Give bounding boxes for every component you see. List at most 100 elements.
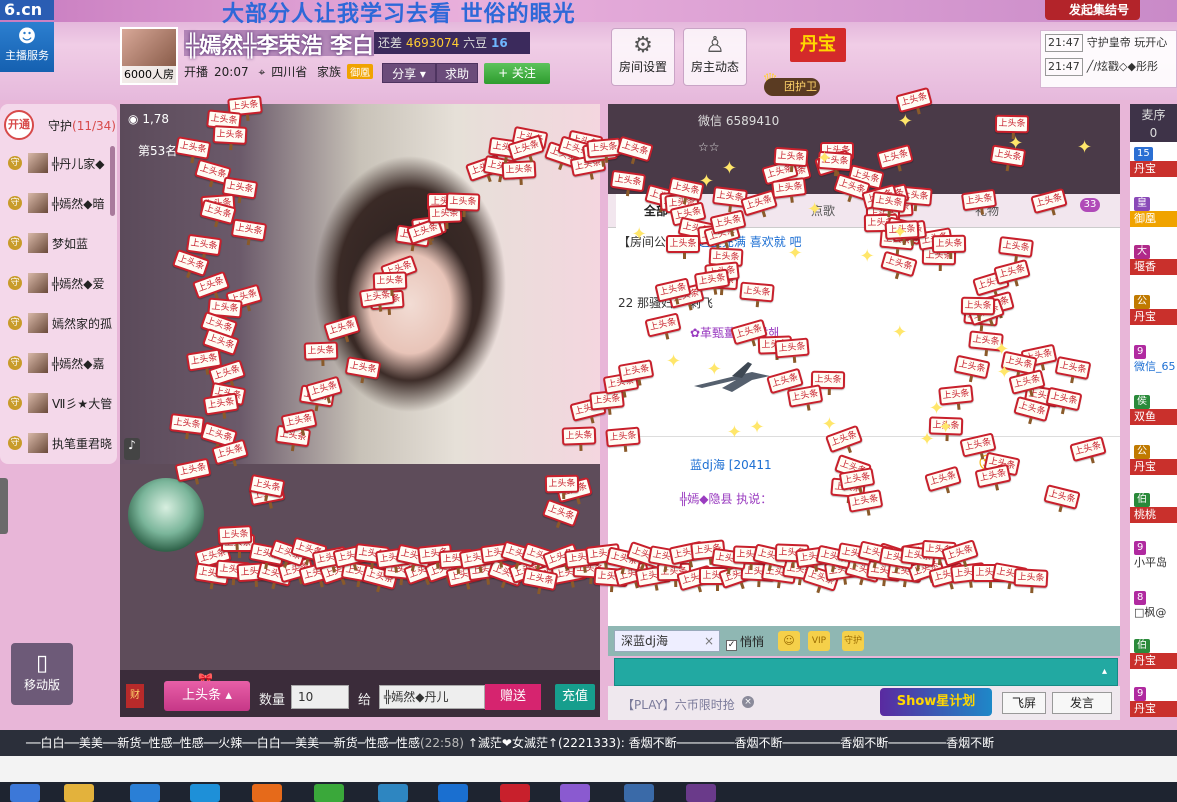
list-item[interactable]: 公丹宝 bbox=[1130, 444, 1177, 475]
gift-select[interactable]: 上头条 ▴ bbox=[164, 681, 250, 711]
whisper-toggle[interactable]: ✓ 悄悄 bbox=[726, 633, 764, 651]
guard-item[interactable]: 守 ╬嫣然◆嘉 bbox=[8, 343, 116, 383]
chat-target-chip[interactable]: 深蓝dj海 × bbox=[614, 630, 720, 652]
anchor-service-button[interactable]: ☻ 主播服务 bbox=[0, 22, 54, 72]
user-name: 丹宝 bbox=[1130, 161, 1177, 177]
recharge-button[interactable]: 充值 bbox=[555, 684, 595, 710]
close-icon[interactable]: × bbox=[742, 696, 754, 708]
guard-count: (11/34) bbox=[72, 119, 116, 133]
emoji-button[interactable]: ☺ bbox=[778, 631, 800, 651]
gap-box: 还差 4693074 六豆 16 bbox=[374, 32, 530, 54]
ranking-line: 微信 6589410 bbox=[698, 114, 780, 128]
to-label: 给 bbox=[358, 693, 372, 708]
list-item[interactable]: 8 □枫@ bbox=[1130, 590, 1177, 621]
live-app-icon[interactable] bbox=[686, 784, 716, 802]
user-name: 双鱼 bbox=[1130, 409, 1177, 425]
browser-icon[interactable] bbox=[190, 784, 220, 802]
ticker-user: ↑滅茫❤女滅茫↑(2221333): bbox=[467, 736, 625, 750]
flash-icon[interactable] bbox=[500, 784, 530, 802]
list-item[interactable]: 9 小平岛 bbox=[1130, 540, 1177, 571]
user-name: 御凰 bbox=[1130, 211, 1177, 227]
send-gift-button[interactable]: 赠送 bbox=[485, 684, 541, 710]
promo-link[interactable]: 【PLAY】六币限时抢 bbox=[622, 696, 735, 713]
show-plan-banner[interactable]: Show星计划 bbox=[880, 688, 992, 716]
system-messages: 21:47 守护皇帝 玩开心 21:47 ╱/炫戳◇◆彤彤 bbox=[1040, 30, 1177, 88]
guard-item[interactable]: 守 Ⅶ彡★大管 bbox=[8, 383, 116, 423]
level-badge: 伯 bbox=[1134, 493, 1150, 507]
gather-button[interactable]: 发起集结号 bbox=[1045, 0, 1140, 20]
ie-icon[interactable] bbox=[130, 784, 160, 802]
family-badge[interactable]: 御凰 bbox=[347, 64, 374, 79]
list-item[interactable]: 15 丹宝 bbox=[1130, 146, 1177, 177]
guard-item[interactable]: 守 执笔重君晓 bbox=[8, 423, 116, 463]
list-item[interactable]: 公丹宝 bbox=[1130, 294, 1177, 325]
list-item[interactable]: 皇御凰 bbox=[1130, 196, 1177, 227]
tab-all[interactable]: 全部 bbox=[616, 194, 696, 228]
mic-queue-title: 麦序 bbox=[1141, 108, 1166, 122]
help-button[interactable]: 求助 bbox=[436, 63, 478, 83]
collapse-handle[interactable] bbox=[0, 478, 8, 534]
avatar bbox=[28, 193, 48, 213]
chat-input[interactable] bbox=[614, 658, 1118, 686]
guard-emoji-icon[interactable]: 守护 bbox=[842, 631, 864, 651]
guard-icon: 守 bbox=[8, 316, 22, 330]
open-guard-button[interactable]: 开通 bbox=[4, 110, 34, 140]
triangle-up-icon[interactable]: ▴ bbox=[1102, 666, 1107, 677]
app-icon[interactable] bbox=[314, 784, 344, 802]
follow-button[interactable]: + 关注 bbox=[484, 63, 550, 84]
guard-item[interactable]: 守 ╬嫣然◆爱 bbox=[8, 263, 116, 303]
message-time: 21:47 bbox=[1045, 58, 1083, 76]
quantity-input[interactable]: 10 bbox=[291, 685, 349, 709]
send-message-button[interactable]: 发言 bbox=[1052, 692, 1112, 714]
danbao-badge[interactable]: 丹宝 bbox=[790, 28, 846, 62]
guard-scrollbar[interactable] bbox=[110, 146, 115, 216]
guard-title-label: 守护 bbox=[48, 119, 73, 133]
list-item[interactable]: 伯桃桃 bbox=[1130, 492, 1177, 523]
vip-emoji-icon[interactable]: VIP bbox=[808, 631, 830, 651]
gift-target-select[interactable]: ╬嫣然◆丹儿 bbox=[379, 685, 485, 709]
mobile-version-button[interactable]: ▯ 移动版 bbox=[11, 643, 73, 705]
app-icon[interactable] bbox=[624, 784, 654, 802]
triangle-up-icon: ▴ bbox=[225, 688, 232, 703]
avatar bbox=[28, 233, 48, 253]
fly-screen-button[interactable]: 飞屏 bbox=[1002, 692, 1046, 714]
page-bottom-strip bbox=[0, 756, 1177, 782]
guard-item[interactable]: 守 梦如蓝 bbox=[8, 223, 116, 263]
start-icon[interactable] bbox=[10, 784, 40, 802]
mic-icon[interactable]: ♪ bbox=[124, 438, 140, 460]
share-button[interactable]: 分享 ▾ bbox=[382, 63, 436, 83]
avatar bbox=[28, 433, 48, 453]
tab-songs[interactable]: 点歌 bbox=[788, 194, 858, 228]
room-settings-button[interactable]: ⚙ 房间设置 bbox=[611, 28, 675, 86]
close-icon[interactable]: × bbox=[704, 631, 714, 651]
guard-name: ╬嫣然◆爱 bbox=[52, 276, 105, 291]
firefox-icon[interactable] bbox=[252, 784, 282, 802]
guard-icon: 守 bbox=[8, 396, 22, 410]
list-item[interactable]: 9 丹宝 bbox=[1130, 686, 1177, 717]
guard-item[interactable]: 守 ╬丹儿家◆ bbox=[8, 143, 116, 183]
list-item[interactable]: 9 微信_65 bbox=[1130, 344, 1177, 375]
live-video[interactable] bbox=[120, 104, 600, 464]
guard-team-button[interactable]: 团护卫 bbox=[764, 78, 820, 96]
host-activity-button[interactable]: ♙ 房主动态 bbox=[683, 28, 747, 86]
ticker-segments: ──白白──美美──新货─性感─性感──火辣──白白──美美──新货─性感─性感 bbox=[26, 736, 421, 750]
sogou-icon[interactable] bbox=[378, 784, 408, 802]
guard-item[interactable]: 守 嫣然家的孤 bbox=[8, 303, 116, 343]
list-item[interactable]: 侯双鱼 bbox=[1130, 394, 1177, 425]
chat-body bbox=[608, 228, 1120, 626]
whisper-label: 悄悄 bbox=[740, 635, 765, 649]
folder-icon[interactable] bbox=[64, 784, 94, 802]
level-badge: 皇 bbox=[1134, 197, 1150, 211]
tab-gifts[interactable]: 礼物 bbox=[952, 194, 1022, 228]
location: 四川省 bbox=[271, 65, 308, 79]
list-item[interactable]: 伯丹宝 bbox=[1130, 638, 1177, 669]
gap-level: 16 bbox=[490, 36, 508, 50]
guard-icon: 守 bbox=[8, 156, 22, 170]
list-item[interactable]: 大堰香 bbox=[1130, 244, 1177, 275]
os-taskbar bbox=[0, 782, 1177, 802]
chrome-icon[interactable] bbox=[560, 784, 590, 802]
k-app-icon[interactable] bbox=[438, 784, 468, 802]
guard-item[interactable]: 守 ╬嫣然◆暗 bbox=[8, 183, 116, 223]
location-pin-icon: ⌖ bbox=[258, 65, 266, 79]
site-logo[interactable]: 6.cn bbox=[0, 0, 54, 20]
